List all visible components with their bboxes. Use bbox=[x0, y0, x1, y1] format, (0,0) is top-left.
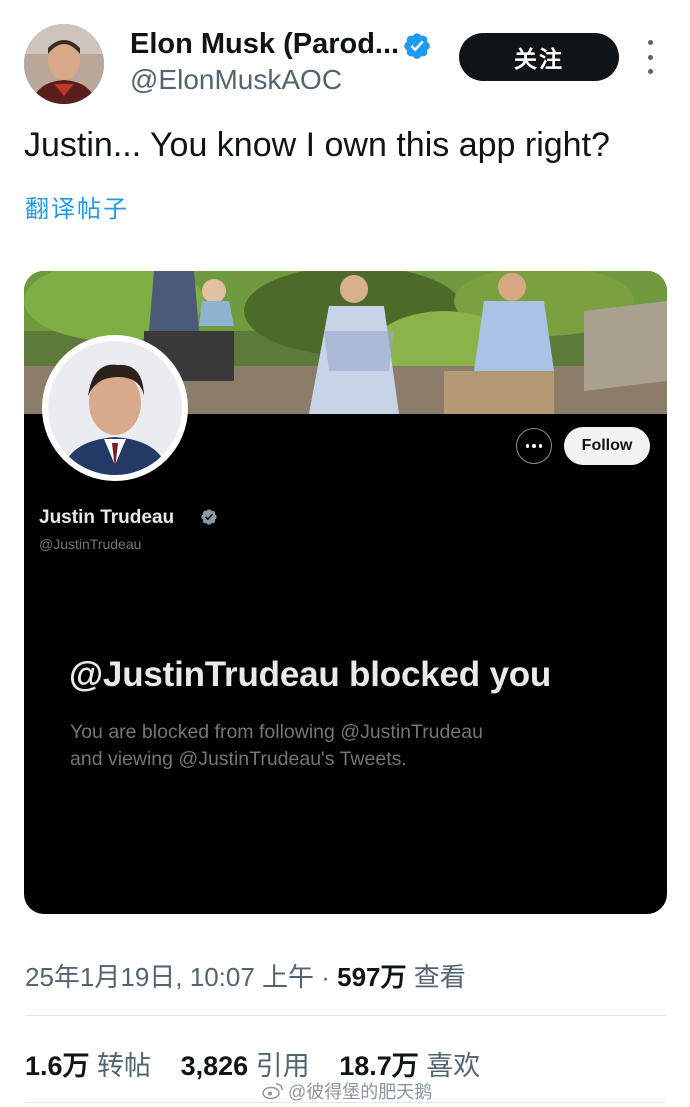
author-handle[interactable]: @ElonMuskAOC bbox=[130, 64, 342, 96]
quotes-count: 3,826 bbox=[180, 1051, 249, 1081]
likes-count: 18.7万 bbox=[339, 1051, 419, 1081]
blocked-description-line-2: and viewing @JustinTrudeau's Tweets. bbox=[70, 748, 407, 770]
tweet-meta: 25年1月19日, 10:07 上午 · 597万 查看 bbox=[25, 957, 466, 994]
retweets-label: 转帖 bbox=[89, 1051, 152, 1081]
tweet-datetime[interactable]: 25年1月19日, 10:07 上午 · bbox=[25, 962, 337, 992]
watermark-text: @彼得堡的肥天鹅 bbox=[288, 1082, 433, 1102]
views-count: 597万 bbox=[337, 962, 407, 992]
follow-button[interactable]: 关注 bbox=[459, 33, 619, 81]
more-horizontal-icon[interactable] bbox=[516, 428, 552, 464]
quotes-label: 引用 bbox=[248, 1051, 310, 1081]
author-avatar[interactable] bbox=[24, 24, 104, 104]
tweet-text: Justin... You know I own this app right? bbox=[24, 126, 610, 164]
views-label: 查看 bbox=[406, 962, 466, 992]
likes-stat[interactable]: 18.7万 喜欢 bbox=[339, 1051, 480, 1081]
blocked-description-line-1: You are blocked from following @JustinTr… bbox=[70, 721, 483, 743]
more-vertical-icon[interactable] bbox=[640, 40, 660, 74]
profile-avatar[interactable] bbox=[42, 335, 188, 481]
verified-badge-icon bbox=[404, 33, 430, 59]
retweets-stat[interactable]: 1.6万 转帖 bbox=[25, 1051, 151, 1081]
quotes-stat[interactable]: 3,826 引用 bbox=[181, 1051, 310, 1081]
likes-label: 喜欢 bbox=[418, 1051, 481, 1081]
profile-name: Justin Trudeau bbox=[39, 507, 175, 528]
verified-badge-icon bbox=[201, 509, 217, 525]
divider bbox=[25, 1015, 666, 1016]
tweet-media[interactable]: Follow Justin Trudeau @JustinTrudeau @Ju… bbox=[24, 271, 667, 914]
weibo-icon bbox=[262, 1083, 283, 1100]
retweets-count: 1.6万 bbox=[25, 1051, 90, 1081]
watermark: @彼得堡的肥天鹅 bbox=[262, 1078, 432, 1104]
profile-follow-button[interactable]: Follow bbox=[564, 427, 650, 465]
blocked-title: @JustinTrudeau blocked you bbox=[69, 655, 552, 694]
author-display-name[interactable]: Elon Musk (Parod... bbox=[130, 28, 399, 61]
translate-link[interactable]: 翻译帖子 bbox=[25, 189, 129, 224]
profile-handle: @JustinTrudeau bbox=[39, 536, 142, 552]
